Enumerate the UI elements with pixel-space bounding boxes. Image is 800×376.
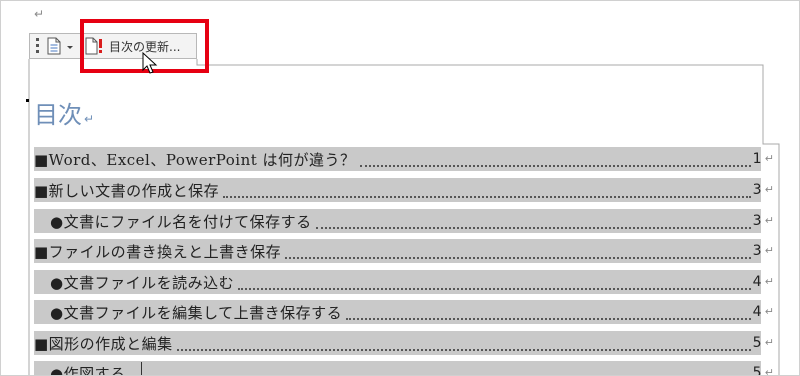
- toc-entry-label: ●文書ファイルを読み込む: [50, 273, 235, 292]
- toc-entry[interactable]: ■図形の作成と編集 5 ↵: [34, 331, 776, 355]
- text-cursor: [141, 362, 142, 375]
- toc-entry[interactable]: ●文書ファイルを読み込む 4 ↵: [34, 270, 776, 294]
- toc-entry[interactable]: ●作図する 5 ↵: [34, 361, 776, 376]
- toc-entry-page: 5: [752, 365, 762, 376]
- paragraph-mark: ↵: [764, 152, 774, 165]
- paragraph-mark: ↵: [764, 305, 774, 318]
- paragraph-mark: ↵: [764, 183, 774, 196]
- toc-entry[interactable]: ■ファイルの書き換えと上書き保存 3 ↵: [34, 239, 776, 263]
- toc-entry-label: ■図形の作成と編集: [34, 334, 173, 353]
- document-window: ↵ 目次の更新... 目次 ↵ ■Word、Excel、PowerPoint は…: [0, 0, 800, 376]
- paragraph-mark: ↵: [764, 366, 774, 376]
- toc-entry-label: ■ファイルの書き換えと上書き保存: [34, 242, 282, 261]
- toc-leader-dots: [346, 314, 751, 320]
- toc-entry-page: 5: [752, 335, 762, 351]
- paragraph-mark: ↵: [764, 275, 774, 288]
- toc-leader-dots: [315, 223, 751, 229]
- toc-entry-page: 3: [752, 213, 762, 229]
- toc-leader-dots: [359, 161, 751, 167]
- toc-options-dropdown-button[interactable]: [44, 35, 80, 57]
- toc-entry-label: ●文書ファイルを編集して上書き保存する: [50, 303, 343, 322]
- toc-entry-label: ■新しい文書の作成と保存: [34, 181, 220, 200]
- toc-leader-dots: [238, 284, 751, 290]
- paragraph-mark: ↵: [84, 112, 95, 126]
- paragraph-mark: ↵: [764, 244, 774, 257]
- toc-entry[interactable]: ■新しい文書の作成と保存 3 ↵: [34, 178, 776, 202]
- paragraph-mark: ↵: [764, 214, 774, 227]
- document-icon: [47, 37, 61, 55]
- toc-entry-label: ●作図する: [50, 364, 126, 376]
- content-control-anchor: [26, 99, 29, 102]
- toc-title: 目次 ↵: [34, 101, 95, 129]
- toc-entry[interactable]: ●文書にファイル名を付けて保存する 3 ↵: [34, 209, 776, 233]
- toc-entry[interactable]: ●文書ファイルを編集して上書き保存する 4 ↵: [34, 300, 776, 324]
- toc-entry-label: ■Word、Excel、PowerPoint は何が違う？: [34, 150, 356, 169]
- mouse-pointer-icon: [142, 52, 158, 74]
- toc-entry-page: 1: [752, 151, 762, 167]
- toc-entry[interactable]: ■Word、Excel、PowerPoint は何が違う？ 1 ↵: [34, 147, 776, 171]
- toc-entry-label: ●文書にファイル名を付けて保存する: [50, 212, 312, 231]
- toc-entry-page: 4: [752, 274, 762, 290]
- toc-entry-page: 3: [752, 182, 762, 198]
- toc-entry-page: 4: [752, 304, 762, 320]
- chevron-down-icon: [67, 46, 73, 49]
- toc-leader-dots: [285, 253, 751, 259]
- paragraph-mark: ↵: [764, 336, 774, 349]
- drag-handle-icon[interactable]: [36, 38, 39, 55]
- toc-leader-dots: [223, 192, 751, 198]
- toc-leader-dots: [176, 345, 751, 351]
- toc-entry-page: 3: [752, 243, 762, 259]
